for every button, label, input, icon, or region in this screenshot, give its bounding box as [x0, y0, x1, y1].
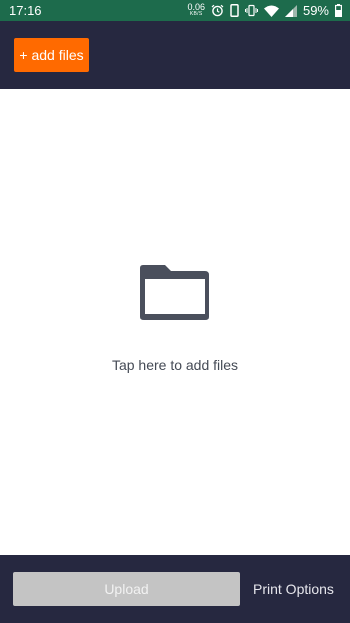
folder-icon [139, 263, 211, 326]
bottom-action-bar: Upload Print Options [0, 555, 350, 623]
wifi-icon [263, 5, 279, 17]
status-time: 17:16 [9, 3, 42, 18]
signal-icon [284, 4, 297, 17]
alarm-icon [211, 4, 224, 17]
add-files-area[interactable]: Tap here to add files [0, 89, 350, 555]
top-app-bar: + add files [0, 21, 350, 89]
tap-to-add-hint: Tap here to add files [111, 357, 239, 373]
network-speed-value: 0.06 [187, 1, 205, 12]
phone-icon [230, 4, 239, 17]
battery-percent: 59% [302, 3, 329, 18]
add-files-button[interactable]: + add files [14, 38, 89, 72]
vibrate-icon [244, 4, 258, 17]
status-icons: 0.06 KB/S 59% [187, 1, 342, 18]
network-speed: 0.06 KB/S [187, 1, 205, 18]
status-bar: 17:16 0.06 KB/S 59% [0, 0, 350, 21]
print-options-button[interactable]: Print Options [253, 572, 334, 606]
battery-icon [335, 4, 342, 17]
upload-button[interactable]: Upload [13, 572, 240, 606]
network-speed-unit: KB/S [189, 10, 203, 17]
